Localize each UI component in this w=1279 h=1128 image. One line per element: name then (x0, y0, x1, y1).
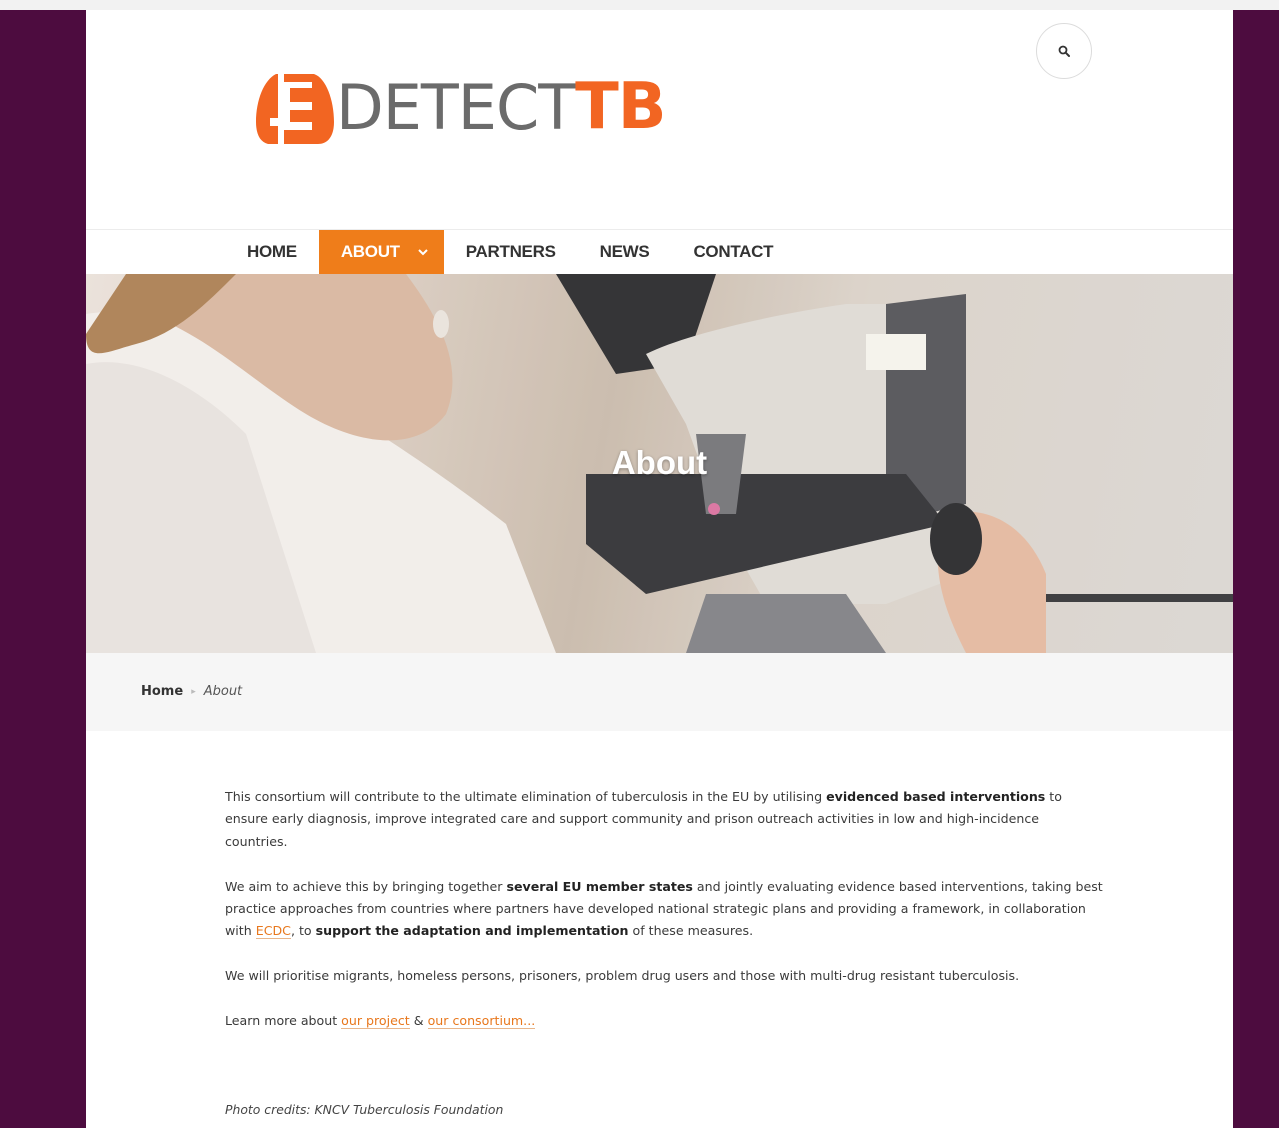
nav-partners[interactable]: PARTNERS (444, 230, 578, 274)
text: Learn more about (225, 1013, 342, 1029)
lungs-logo-icon (256, 74, 334, 144)
emphasis: support the adaptation and implementatio… (315, 923, 629, 939)
chevron-down-icon (418, 249, 428, 256)
breadcrumb-separator-icon: ▸ (191, 686, 196, 697)
breadcrumb: Home ▸ About (86, 653, 1233, 731)
nav-home[interactable]: HOME (225, 230, 319, 274)
breadcrumb-current: About (203, 684, 243, 699)
logo-word-detect: DETECT (336, 70, 576, 144)
search-icon (1058, 45, 1070, 57)
nav-news[interactable]: NEWS (578, 230, 672, 274)
emphasis: evidenced based interventions (826, 789, 1046, 804)
text: , to (290, 923, 316, 939)
emphasis: several EU member states (506, 878, 693, 894)
search-button[interactable] (1036, 23, 1092, 79)
nav-contact[interactable]: CONTACT (671, 230, 795, 274)
nav-about-label: ABOUT (340, 242, 400, 261)
page-title: About (611, 444, 708, 481)
nav-about[interactable]: ABOUT (318, 230, 444, 274)
text: & (409, 1013, 428, 1029)
main-nav: HOME ABOUT PARTNERS NEWS CONTACT (86, 229, 1233, 274)
paragraph-learn-more: Learn more about our project & our conso… (225, 1010, 1105, 1032)
hero-banner: About (86, 274, 1233, 653)
photo-credit: Photo credits: KNCV Tuberculosis Foundat… (225, 1102, 504, 1117)
text: This consortium will contribute to the u… (225, 789, 827, 804)
paragraph-intro: This consortium will contribute to the u… (225, 786, 1105, 853)
ecdc-link[interactable]: ECDC (255, 923, 291, 940)
paragraph-priorities: We will prioritise migrants, homeless pe… (225, 968, 1020, 984)
browser-top-strip (0, 0, 1279, 10)
site-header: DETECT TB (86, 10, 1233, 229)
text: of these measures. (628, 923, 754, 939)
site-logo[interactable]: DETECT TB (254, 62, 667, 152)
logo-word-tb: TB (575, 70, 666, 144)
our-consortium-link[interactable]: our consortium... (427, 1013, 536, 1030)
paragraph-aim: We aim to achieve this by bringing toget… (225, 876, 1105, 943)
text: We aim to achieve this by bringing toget… (225, 878, 507, 894)
our-project-link[interactable]: our project (341, 1013, 410, 1030)
article-body: This consortium will contribute to the u… (225, 786, 1105, 1055)
breadcrumb-home[interactable]: Home (141, 684, 183, 699)
page-container: DETECT TB HOME ABOUT PARTNERS NEWS CONTA… (86, 10, 1233, 1128)
